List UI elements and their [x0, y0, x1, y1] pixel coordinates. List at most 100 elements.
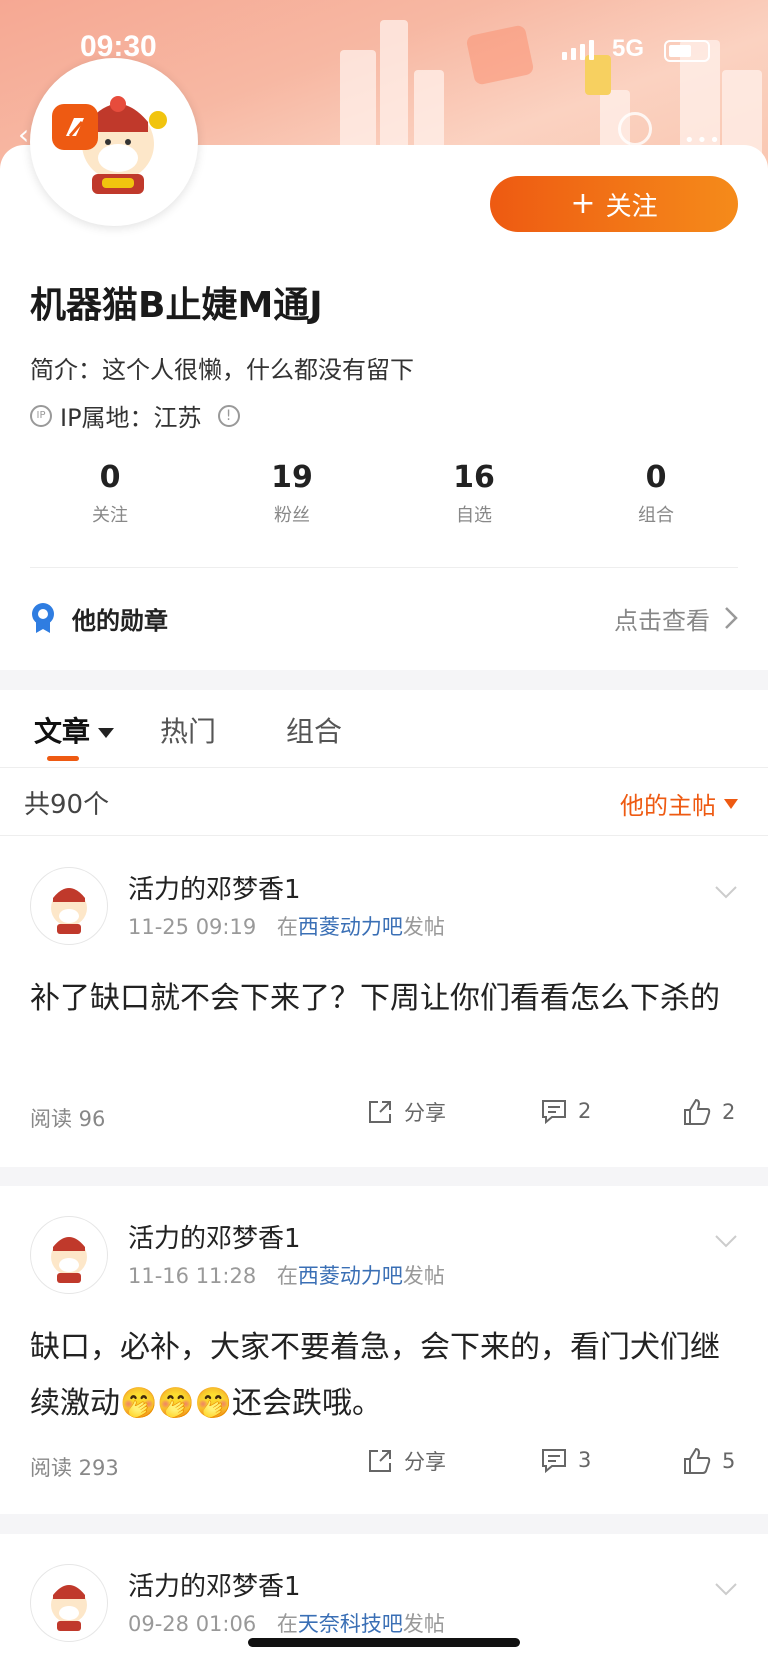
ip-location: IP IP属地：江苏 ! — [30, 398, 240, 433]
author-avatar[interactable] — [30, 867, 108, 945]
filter-dropdown[interactable]: 他的主帖 — [620, 786, 738, 821]
signal-icon — [562, 40, 594, 60]
comment-icon — [542, 1100, 566, 1125]
post-actions: 阅读 293 分享 3 5 — [30, 1446, 738, 1486]
post-content[interactable]: 缺口，必补，大家不要着急，会下来的，看门犬们继续激动🤭🤭🤭还会跌哦。 — [30, 1320, 740, 1432]
tab-hot[interactable]: 热门 — [160, 710, 216, 750]
stat-following[interactable]: 0 关注 — [50, 460, 170, 527]
like-count: 5 — [722, 1449, 736, 1473]
stat-number: 0 — [645, 460, 667, 495]
stat-number: 0 — [99, 460, 121, 495]
stat-label: 自选 — [456, 505, 492, 526]
stat-label: 粉丝 — [274, 505, 310, 526]
follow-button[interactable]: + 关注 — [490, 176, 738, 232]
stat-label: 组合 — [638, 505, 674, 526]
stat-watchlist[interactable]: 16 自选 — [414, 460, 534, 527]
caishen-avatar-icon — [51, 1237, 87, 1283]
app-logo-icon — [52, 104, 98, 150]
section-gap — [0, 670, 768, 690]
profile-name: 机器猫B止婕M通J — [30, 285, 323, 326]
post-in: 在 — [276, 915, 298, 939]
post-separator — [0, 1514, 768, 1534]
post-author[interactable]: 活力的邓梦香1 — [128, 869, 301, 906]
share-icon — [369, 1101, 391, 1123]
filter-label: 他的主帖 — [620, 792, 716, 820]
post-bar-link[interactable]: 西菱动力吧 — [298, 915, 403, 939]
info-icon[interactable]: ! — [217, 404, 240, 427]
stat-number: 19 — [271, 460, 313, 495]
post-content[interactable]: 补了缺口就不会下来了？下周让你们看看怎么下杀的 — [30, 971, 740, 1027]
content-tabs: 文章 热门 组合 — [0, 690, 768, 768]
comment-count: 3 — [578, 1448, 592, 1472]
thumbs-up-icon — [684, 1098, 711, 1125]
medal-view-text: 点击查看 — [614, 606, 710, 635]
profile-bio: 简介：这个人很懒，什么都没有留下 — [30, 356, 414, 384]
share-label: 分享 — [404, 1450, 446, 1474]
comment-button[interactable]: 2 — [540, 1097, 591, 1125]
comment-count: 2 — [578, 1099, 592, 1123]
post-meta: 11-16 11:28 在西菱动力吧发帖 — [128, 1260, 445, 1290]
author-avatar[interactable] — [30, 1216, 108, 1294]
post-suffix: 发帖 — [402, 915, 445, 939]
home-indicator[interactable] — [248, 1638, 520, 1647]
ip-text: IP属地：江苏 — [60, 404, 202, 432]
thumbs-up-icon — [684, 1447, 711, 1474]
stat-label: 关注 — [92, 505, 128, 526]
share-button[interactable]: 分享 — [366, 1097, 446, 1127]
chevron-down-icon[interactable] — [714, 1582, 738, 1596]
stat-fans[interactable]: 19 粉丝 — [232, 460, 352, 527]
post-separator — [0, 1167, 768, 1187]
ip-icon: IP — [30, 404, 52, 427]
comment-button[interactable]: 3 — [540, 1446, 591, 1474]
tab-portfolio[interactable]: 组合 — [286, 710, 342, 750]
author-avatar[interactable] — [30, 1564, 108, 1642]
post-bar-link[interactable]: 天奈科技吧 — [298, 1612, 403, 1636]
like-button[interactable]: 5 — [682, 1446, 735, 1476]
medal-row[interactable]: 他的勋章 点击查看 — [30, 598, 738, 638]
post-time: 09-28 01:06 — [128, 1612, 257, 1636]
post-author[interactable]: 活力的邓梦香1 — [128, 1218, 301, 1255]
share-button[interactable]: 分享 — [366, 1446, 446, 1476]
post-meta: 11-25 09:19 在西菱动力吧发帖 — [128, 911, 445, 941]
tab-label: 文章 — [34, 715, 91, 748]
caret-down-icon — [724, 798, 738, 809]
chevron-down-icon[interactable] — [714, 1234, 738, 1248]
stat-portfolio[interactable]: 0 组合 — [596, 460, 716, 527]
post-bar-link[interactable]: 西菱动力吧 — [298, 1264, 403, 1288]
post-time: 11-25 09:19 — [128, 915, 257, 939]
like-button[interactable]: 2 — [682, 1097, 735, 1127]
read-count: 阅读 96 — [30, 1107, 106, 1131]
profile-stats: 0 关注 19 粉丝 16 自选 0 组合 — [0, 460, 768, 540]
caret-down-icon — [98, 728, 115, 738]
share-icon — [369, 1450, 391, 1472]
comment-icon — [542, 1449, 566, 1474]
caishen-avatar-icon — [51, 888, 87, 934]
chevron-right-icon — [725, 607, 738, 629]
tab-articles[interactable]: 文章 — [34, 710, 115, 750]
medal-icon — [32, 603, 54, 633]
post-card[interactable]: 活力的邓梦香1 11-25 09:19 在西菱动力吧发帖 补了缺口就不会下来了？… — [0, 837, 768, 1167]
divider — [30, 567, 738, 568]
battery-icon — [664, 40, 710, 62]
tab-indicator — [47, 756, 79, 761]
post-author[interactable]: 活力的邓梦香1 — [128, 1566, 301, 1603]
post-in: 在 — [276, 1612, 298, 1636]
caishen-avatar-icon — [51, 1585, 87, 1631]
post-in: 在 — [276, 1264, 298, 1288]
plus-icon: + — [570, 186, 596, 221]
post-actions: 阅读 96 分享 2 2 — [30, 1097, 738, 1137]
post-suffix: 发帖 — [402, 1264, 445, 1288]
circle-decoration — [618, 112, 652, 146]
post-card[interactable]: 活力的邓梦香1 11-16 11:28 在西菱动力吧发帖 缺口，必补，大家不要着… — [0, 1186, 768, 1514]
avatar[interactable] — [30, 58, 198, 226]
like-count: 2 — [722, 1100, 736, 1124]
network-type: 5G — [612, 35, 645, 62]
post-suffix: 发帖 — [402, 1612, 445, 1636]
post-meta: 09-28 01:06 在天奈科技吧发帖 — [128, 1608, 445, 1638]
stat-number: 16 — [453, 460, 495, 495]
medal-view-link[interactable]: 点击查看 — [614, 601, 738, 636]
follow-label: 关注 — [605, 191, 658, 222]
medal-label: 他的勋章 — [72, 606, 168, 635]
chevron-down-icon[interactable] — [714, 885, 738, 899]
read-count: 阅读 293 — [30, 1456, 119, 1480]
